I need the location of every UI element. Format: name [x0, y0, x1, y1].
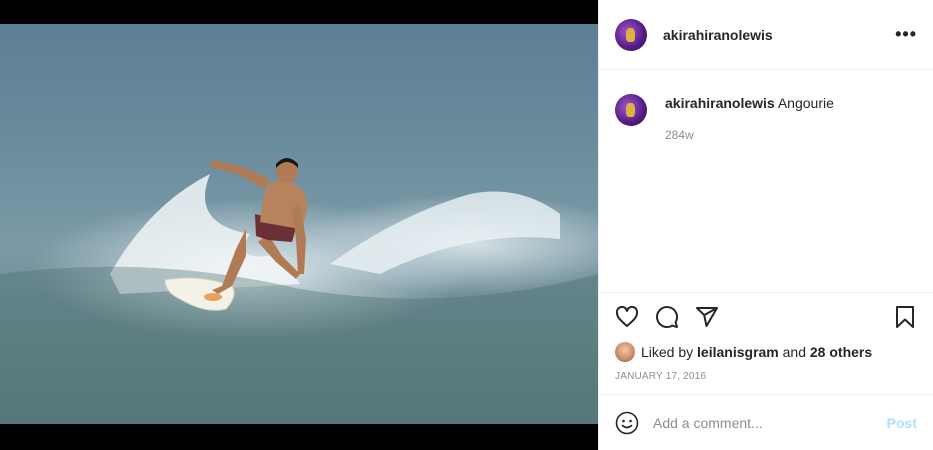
liked-by-and: and: [782, 344, 806, 360]
post-detail-panel: akirahiranolewis ••• akirahiranolewis An…: [598, 0, 933, 450]
post-media: [0, 0, 598, 450]
post-date[interactable]: JANUARY 17, 2016: [599, 363, 933, 391]
liked-by-prefix: Liked by: [641, 344, 694, 360]
comment-icon[interactable]: [653, 303, 681, 331]
post-photo[interactable]: [0, 24, 598, 424]
emoji-icon[interactable]: [615, 411, 639, 435]
share-icon[interactable]: [693, 303, 721, 331]
liked-by-others[interactable]: 28 others: [810, 344, 872, 360]
caption-author-avatar[interactable]: [615, 94, 647, 126]
caption-text: Angourie: [777, 95, 834, 111]
bookmark-icon[interactable]: [891, 303, 919, 331]
likes-summary: Liked by leilanisgram and 28 others: [599, 341, 933, 363]
heart-icon[interactable]: [613, 303, 641, 331]
more-options-icon[interactable]: •••: [895, 24, 917, 45]
caption-username[interactable]: akirahiranolewis: [665, 95, 775, 111]
comment-bar: Post: [599, 394, 933, 450]
caption-text-block: akirahiranolewis Angourie 284w: [665, 94, 834, 144]
liker-avatar[interactable]: [615, 342, 635, 362]
caption-time-ago[interactable]: 284w: [665, 126, 834, 144]
author-username[interactable]: akirahiranolewis: [663, 27, 895, 43]
caption-row: akirahiranolewis Angourie 284w: [615, 94, 917, 144]
post-comment-button[interactable]: Post: [887, 415, 917, 431]
liked-by-user[interactable]: leilanisgram: [697, 344, 779, 360]
comment-input[interactable]: [653, 414, 887, 431]
caption-section: akirahiranolewis Angourie 284w: [599, 70, 933, 293]
surf-photo-illustration: [0, 158, 598, 424]
post-header: akirahiranolewis •••: [599, 0, 933, 70]
action-bar: [599, 293, 933, 341]
author-avatar[interactable]: [615, 18, 647, 51]
